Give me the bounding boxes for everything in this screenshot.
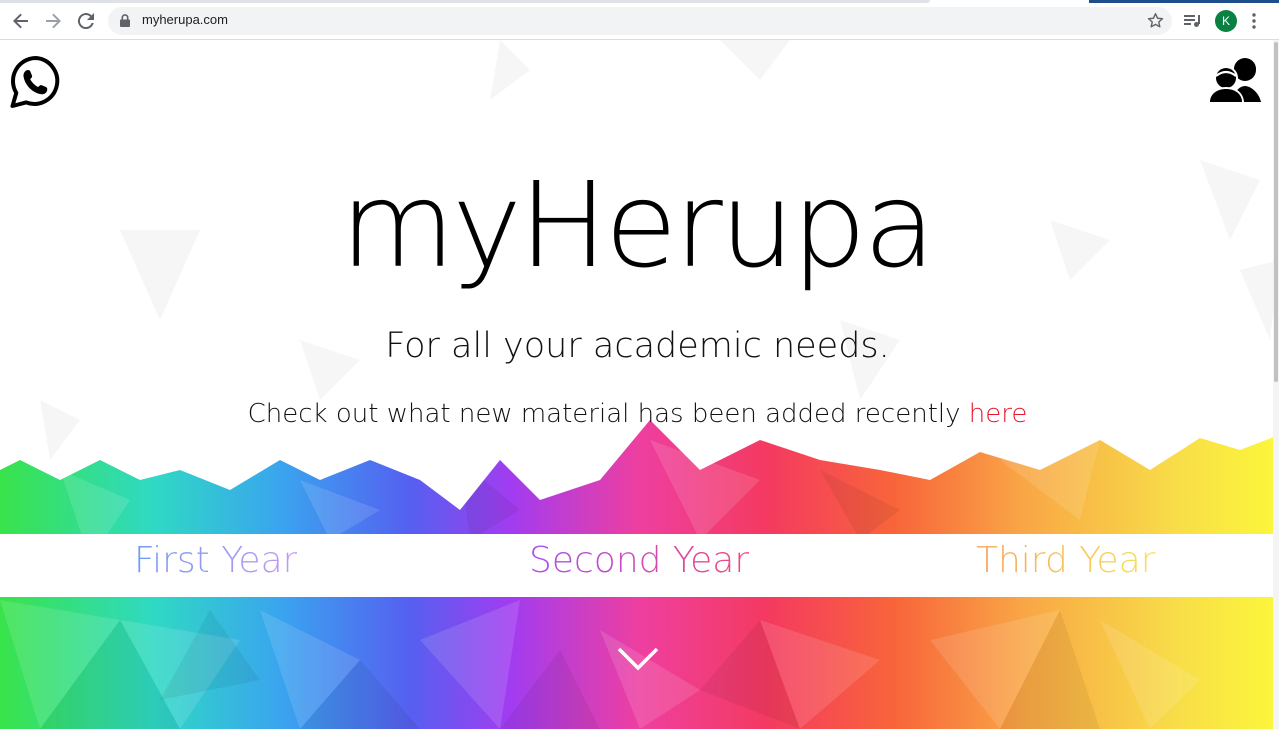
recent-link[interactable]: here	[969, 399, 1028, 429]
kebab-menu-icon	[1252, 13, 1256, 29]
tab-strip	[0, 0, 930, 3]
recent-text: Check out what new material has been add…	[247, 399, 969, 429]
url-text: myherupa.com	[142, 12, 228, 27]
recent-material-text: Check out what new material has been add…	[0, 399, 1275, 429]
scrollbar-thumb[interactable]	[1274, 42, 1278, 382]
forward-button[interactable]	[41, 9, 65, 33]
first-year-link[interactable]: First Year	[134, 540, 297, 581]
reload-button[interactable]	[74, 9, 98, 33]
bookmark-star-icon[interactable]	[1147, 12, 1164, 29]
arrow-left-icon	[13, 13, 28, 29]
playlist-icon	[1184, 15, 1200, 27]
second-year-link[interactable]: Second Year	[529, 540, 749, 581]
menu-button[interactable]	[1252, 8, 1256, 34]
page-title: myHerupa	[340, 156, 936, 294]
year-navigation: First Year Second Year Third Year	[0, 534, 1273, 597]
low-poly-background	[0, 40, 1279, 729]
back-button[interactable]	[9, 9, 33, 33]
users-icon[interactable]	[1208, 56, 1264, 104]
profile-button[interactable]: K	[1215, 8, 1237, 34]
chevron-down-icon[interactable]	[617, 646, 659, 672]
avatar: K	[1215, 10, 1237, 32]
arrow-right-icon	[46, 13, 61, 29]
whatsapp-icon[interactable]	[9, 55, 63, 109]
lock-icon	[120, 14, 130, 27]
browser-toolbar: myherupa.com K	[0, 0, 1279, 40]
third-year-link[interactable]: Third Year	[976, 540, 1156, 581]
media-control-button[interactable]	[1184, 8, 1202, 34]
tagline: For all your academic needs.	[385, 326, 890, 366]
reload-icon	[78, 13, 94, 29]
page-content: myHerupa For all your academic needs. Ch…	[0, 40, 1279, 729]
tab-strip-accent	[1089, 0, 1279, 3]
address-bar[interactable]: myherupa.com	[108, 7, 1172, 35]
